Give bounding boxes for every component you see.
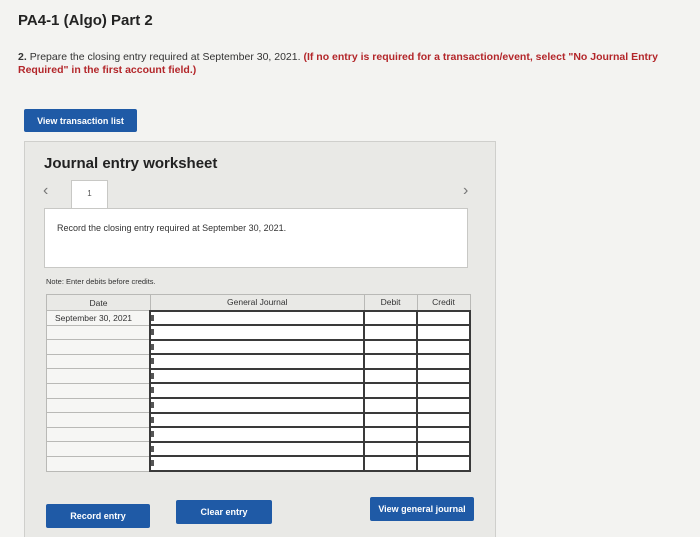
account-select[interactable] [149,367,366,385]
chevron-left-icon[interactable]: ‹ [43,182,48,200]
journal-entry-worksheet: Journal entry worksheet ‹ 1 › Record the… [24,141,496,537]
account-select[interactable] [149,309,366,327]
account-select[interactable] [149,426,366,443]
date-cell[interactable] [46,426,151,443]
clear-entry-button[interactable]: Clear entry [176,500,272,524]
dropdown-marker-icon [151,402,155,409]
debit-input[interactable] [363,324,419,341]
table-row [46,338,471,356]
debit-input[interactable] [363,440,419,458]
account-select[interactable] [149,353,366,370]
table-row [46,397,471,414]
debit-credit-note: Note: Enter debits before credits. [46,277,156,286]
journal-table: Date General Journal Debit Credit Septem… [46,294,471,473]
account-select[interactable] [149,455,366,473]
instruction-text: Prepare the closing entry required at Se… [29,51,301,63]
dropdown-marker-icon [151,358,155,365]
date-header: Date [46,294,151,311]
date-cell[interactable] [46,382,151,399]
debit-input[interactable] [363,382,419,400]
debit-input[interactable] [363,338,419,356]
debit-header: Debit [363,294,418,311]
table-row [46,324,471,341]
date-cell[interactable] [46,368,151,384]
date-cell[interactable] [46,397,151,414]
dropdown-marker-icon [151,460,155,467]
table-header-row: Date General Journal Debit Credit [46,294,471,311]
credit-input[interactable] [416,324,471,341]
table-row [46,411,471,429]
account-select[interactable] [149,338,366,356]
credit-input[interactable] [416,426,471,443]
debit-input[interactable] [363,309,419,327]
instruction-number: 2. [18,51,27,63]
chevron-right-icon[interactable]: › [463,182,468,200]
worksheet-title: Journal entry worksheet [44,155,218,172]
account-select[interactable] [149,324,366,341]
credit-input[interactable] [416,397,471,414]
dropdown-marker-icon [151,431,155,438]
credit-input[interactable] [416,353,471,370]
date-cell[interactable] [46,455,151,472]
debit-input[interactable] [363,426,419,443]
credit-input[interactable] [416,440,471,458]
table-row [46,367,471,385]
date-cell[interactable] [46,353,151,370]
account-select[interactable] [149,411,366,429]
credit-input[interactable] [416,367,471,385]
debit-input[interactable] [363,455,419,473]
dropdown-marker-icon [151,314,155,321]
view-general-journal-button[interactable]: View general journal [370,497,474,521]
dropdown-marker-icon [151,372,155,379]
credit-input[interactable] [416,382,471,400]
debit-input[interactable] [363,367,419,385]
record-instruction-text: Record the closing entry required at Sep… [57,223,287,233]
tab-label: 1 [87,189,92,198]
table-row [46,426,471,443]
record-entry-button[interactable]: Record entry [46,504,150,528]
credit-input[interactable] [416,338,471,356]
page-title: PA4-1 (Algo) Part 2 [18,12,153,29]
date-cell[interactable] [46,412,151,428]
dropdown-marker-icon [151,329,155,336]
table-row [46,382,471,400]
date-cell[interactable] [46,339,151,355]
credit-input[interactable] [416,309,471,327]
dropdown-marker-icon [151,387,155,394]
entry-tab-1[interactable]: 1 [71,180,108,209]
account-select[interactable] [149,382,366,400]
debit-input[interactable] [363,397,419,414]
dropdown-marker-icon [151,445,155,452]
table-row: September 30, 2021 [46,309,471,327]
instructions: 2. Prepare the closing entry required at… [18,51,688,77]
table-row [46,440,471,458]
credit-input[interactable] [416,411,471,429]
credit-header: Credit [416,294,471,311]
view-transaction-list-button[interactable]: View transaction list [24,109,137,132]
date-cell[interactable] [46,441,151,457]
debit-input[interactable] [363,353,419,370]
table-row [46,353,471,370]
debit-input[interactable] [363,411,419,429]
date-cell[interactable]: September 30, 2021 [46,310,151,326]
account-select[interactable] [149,440,366,458]
account-select[interactable] [149,397,366,414]
dropdown-marker-icon [151,416,155,423]
general-journal-header: General Journal [149,294,365,311]
table-row [46,455,471,473]
dropdown-marker-icon [151,343,155,350]
record-instruction-box: Record the closing entry required at Sep… [44,208,468,268]
credit-input[interactable] [416,455,471,473]
date-cell[interactable] [46,324,151,341]
